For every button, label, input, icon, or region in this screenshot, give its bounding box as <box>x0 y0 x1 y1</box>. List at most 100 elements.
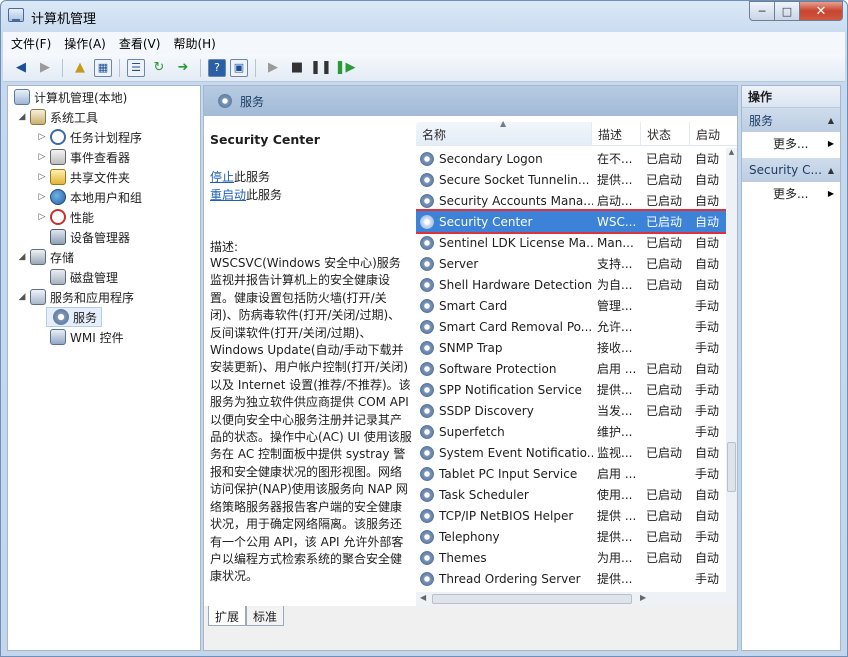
tree-item-services[interactable]: 服务 <box>46 307 103 327</box>
menu-help[interactable]: 帮助(H) <box>173 35 215 52</box>
restart-service-icon[interactable]: ❚▶ <box>335 58 356 78</box>
service-row[interactable]: Thread Ordering Server 提供... 手动 <box>416 568 726 589</box>
tree-item-disk-management[interactable]: 磁盘管理 <box>48 267 118 287</box>
minimize-button[interactable]: ─ <box>749 1 775 21</box>
collapse-up-icon[interactable]: ▲ <box>828 116 834 125</box>
maximize-button[interactable]: □ <box>775 1 800 21</box>
service-description: 使用... <box>597 488 633 502</box>
tree-item-root[interactable]: 计算机管理(本地) <box>12 87 127 107</box>
service-status: 已启动 <box>646 362 683 376</box>
expand-arrow-icon[interactable]: ▷ <box>36 192 48 202</box>
back-arrow-icon[interactable]: ◀ <box>11 58 31 78</box>
service-description: 提供... <box>597 173 633 187</box>
service-status: 已启动 <box>646 215 683 229</box>
service-row[interactable]: Smart Card Removal Po... 允许... 手动 <box>416 316 726 337</box>
show-action-pane-icon[interactable]: ▣ <box>230 58 248 77</box>
column-header-startup[interactable]: 启动 <box>690 122 725 146</box>
menu-file[interactable]: 文件(F) <box>11 35 51 52</box>
service-name: SNMP Trap <box>439 340 503 355</box>
tree-item-wmi[interactable]: WMI 控件 <box>48 327 124 347</box>
show-hide-tree-icon[interactable]: ▦ <box>94 58 112 77</box>
service-name: Security Accounts Mana... <box>439 193 593 208</box>
menu-action[interactable]: 操作(A) <box>64 35 106 52</box>
section-label: 服务 <box>749 113 774 128</box>
close-button[interactable]: ✕ <box>800 1 843 21</box>
collapse-arrow-icon[interactable]: ◢ <box>16 292 28 302</box>
scroll-right-icon[interactable]: ▶ <box>640 593 646 602</box>
service-name-cell: Smart Card <box>416 298 593 313</box>
expand-arrow-icon[interactable]: ▷ <box>36 132 48 142</box>
service-row[interactable]: Shell Hardware Detection 为自... 已启动 自动 <box>416 274 726 295</box>
scrollbar-thumb[interactable] <box>727 442 736 492</box>
tree-item-local-users[interactable]: ▷ 本地用户和组 <box>36 187 142 207</box>
column-header-description[interactable]: 描述 <box>592 122 641 146</box>
service-row[interactable]: Security Center WSC... 已启动 自动 <box>416 209 728 234</box>
service-startup-type: 自动 <box>695 278 720 292</box>
collapse-arrow-icon[interactable]: ◢ <box>16 252 28 262</box>
vertical-scrollbar[interactable]: ▲ ▼ <box>726 148 737 606</box>
toolbar: ◀ ▶ ▲ ▦ ☰ ↻ ➜ ? ▣ ▶ ■ ❚❚ ❚▶ <box>3 54 845 82</box>
service-row[interactable]: Themes 为用... 已启动 自动 <box>416 547 726 568</box>
tree-item-event-viewer[interactable]: ▷ 事件查看器 <box>36 147 130 167</box>
column-header-name[interactable]: ▲ 名称 <box>416 120 592 146</box>
tree-item-task-scheduler[interactable]: ▷ 任务计划程序 <box>36 127 142 147</box>
actions-section-services[interactable]: 服务 ▲ <box>742 108 840 132</box>
service-row[interactable]: SSDP Discovery 当发... 已启动 手动 <box>416 400 726 421</box>
tree-item-performance[interactable]: ▷ 性能 <box>36 207 94 227</box>
service-row[interactable]: System Event Notificatio... 监视... 已启动 自动 <box>416 442 726 463</box>
properties-icon[interactable]: ☰ <box>127 58 145 77</box>
service-row[interactable]: SPP Notification Service 提供... 已启动 手动 <box>416 379 726 400</box>
tab-standard[interactable]: 标准 <box>246 606 285 626</box>
refresh-icon[interactable]: ↻ <box>149 58 169 78</box>
service-row[interactable]: Tablet PC Input Service 启用 ... 手动 <box>416 463 726 484</box>
help-icon[interactable]: ? <box>208 58 226 77</box>
service-row[interactable]: Superfetch 维护... 手动 <box>416 421 726 442</box>
service-row[interactable]: Secure Socket Tunnelin... 提供... 已启动 自动 <box>416 169 726 190</box>
service-row[interactable]: TCP/IP NetBIOS Helper 提供 ... 已启动 自动 <box>416 505 726 526</box>
service-row[interactable]: Smart Card 管理... 手动 <box>416 295 726 316</box>
expand-arrow-icon[interactable]: ▷ <box>36 212 48 222</box>
collapse-up-icon[interactable]: ▲ <box>828 166 834 175</box>
service-name-cell: Tablet PC Input Service <box>416 466 593 481</box>
stop-service-icon[interactable]: ■ <box>287 58 307 78</box>
actions-section-security-center[interactable]: Security C... ▲ <box>742 158 840 182</box>
up-folder-icon[interactable]: ▲ <box>70 58 90 78</box>
start-service-icon[interactable]: ▶ <box>263 58 283 78</box>
service-row[interactable]: Secondary Logon 在不... 已启动 自动 <box>416 148 726 169</box>
service-row[interactable]: Software Protection 启用 ... 已启动 自动 <box>416 358 726 379</box>
service-row[interactable]: Task Scheduler 使用... 已启动 自动 <box>416 484 726 505</box>
tree-item-label: WMI 控件 <box>70 330 124 345</box>
more-actions-services[interactable]: 更多... ▶ <box>742 132 840 154</box>
pause-service-icon[interactable]: ❚❚ <box>310 58 332 78</box>
tree-item-shared-folders[interactable]: ▷ 共享文件夹 <box>36 167 130 187</box>
scroll-left-icon[interactable]: ◀ <box>420 593 426 602</box>
service-description: 维护... <box>597 425 633 439</box>
service-row[interactable]: Server 支持... 已启动 自动 <box>416 253 726 274</box>
tree-item-system-tools[interactable]: ◢ 系统工具 <box>16 107 98 127</box>
restart-service-link[interactable]: 重启动 <box>210 188 246 202</box>
horizontal-scrollbar[interactable]: ◀ ▶ <box>416 592 737 606</box>
expand-arrow-icon[interactable]: ▷ <box>36 152 48 162</box>
scroll-up-icon[interactable]: ▲ <box>726 148 737 160</box>
menu-view[interactable]: 查看(V) <box>119 35 161 52</box>
expand-arrow-icon[interactable]: ▷ <box>36 172 48 182</box>
export-list-icon[interactable]: ➜ <box>173 58 193 78</box>
tree-item-storage[interactable]: ◢ 存储 <box>16 247 74 267</box>
service-description: 接收... <box>597 341 633 355</box>
scrollbar-thumb[interactable] <box>432 594 632 604</box>
tree-item-device-manager[interactable]: 设备管理器 <box>48 227 130 247</box>
forward-arrow-icon[interactable]: ▶ <box>35 58 55 78</box>
service-row[interactable]: Security Accounts Mana... 启动... 已启动 自动 <box>416 190 726 211</box>
service-row[interactable]: SNMP Trap 接收... 手动 <box>416 337 726 358</box>
tree-item-services-apps[interactable]: ◢ 服务和应用程序 <box>16 287 134 307</box>
service-row[interactable]: Sentinel LDK License Ma... Man... 已启动 自动 <box>416 232 726 253</box>
stop-service-link[interactable]: 停止 <box>210 170 234 184</box>
service-row[interactable]: Telephony 提供... 已启动 手动 <box>416 526 726 547</box>
collapse-arrow-icon[interactable]: ◢ <box>16 112 28 122</box>
service-gear-icon <box>420 487 434 502</box>
tab-extended[interactable]: 扩展 <box>208 606 247 626</box>
service-description: WSC... <box>597 214 637 229</box>
more-actions-security-center[interactable]: 更多... ▶ <box>742 182 840 204</box>
column-header-status[interactable]: 状态 <box>641 122 690 146</box>
service-gear-icon <box>420 424 434 439</box>
